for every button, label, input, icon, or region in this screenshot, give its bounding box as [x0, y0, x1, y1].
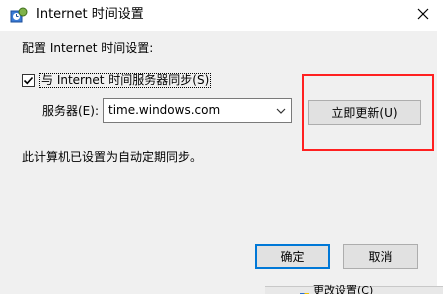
server-combobox[interactable]: time.windows.com [103, 98, 292, 123]
server-value: time.windows.com [108, 103, 221, 117]
cancel-button[interactable]: 取消 [343, 244, 418, 269]
section-label: 配置 Internet 时间设置: [22, 41, 154, 55]
server-label: 服务器(E): [42, 104, 99, 118]
update-now-button[interactable]: 立即更新(U) [308, 100, 421, 125]
shield-icon [300, 288, 309, 294]
chevron-down-icon[interactable] [274, 104, 288, 118]
window-title: Internet 时间设置 [36, 7, 144, 22]
status-text: 此计算机已设置为自动定期同步。 [22, 150, 203, 164]
close-button[interactable] [409, 3, 437, 27]
ok-button[interactable]: 确定 [255, 244, 330, 269]
checkmark-icon [23, 76, 34, 85]
sync-label-text: 与 Internet 时间服务器同步(S) [39, 73, 212, 88]
internet-time-settings-dialog: Internet 时间设置 配置 Internet 时间设置: 与 Intern… [0, 0, 443, 294]
change-settings-link[interactable]: 更改设置(C) [313, 285, 373, 294]
sync-checkbox-label[interactable]: 与 Internet 时间服务器同步(S) [39, 73, 212, 88]
sync-checkbox[interactable] [22, 74, 35, 87]
window-edge [437, 31, 443, 294]
title-bar: Internet 时间设置 [0, 0, 443, 31]
clock-settings-icon [10, 7, 28, 25]
close-icon [417, 8, 429, 23]
